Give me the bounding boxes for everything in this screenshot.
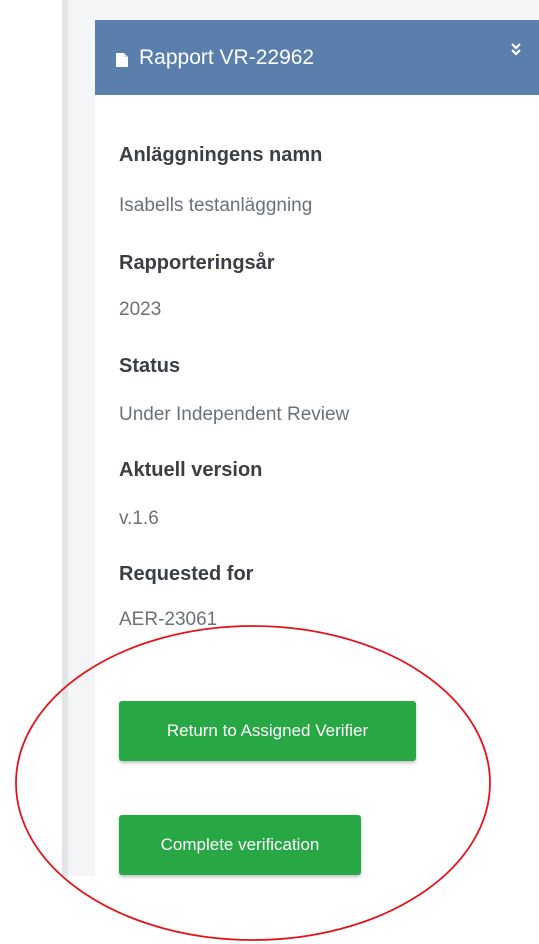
report-details: Anläggningens namn Isabells testanläggni… [95,95,539,876]
panel-title: Rapport VR-22962 [139,46,315,69]
current-version-value: v.1.6 [119,508,159,529]
document-icon [116,53,128,67]
reporting-year-label: Rapporteringsår [119,252,275,274]
status-value: Under Independent Review [119,404,350,425]
reporting-year-value: 2023 [119,299,162,320]
status-label: Status [119,355,181,377]
double-chevron-down-icon[interactable] [509,41,523,59]
report-panel-header[interactable]: Rapport VR-22962 [95,20,539,95]
facility-name-label: Anläggningens namn [119,144,323,166]
facility-name-value: Isabells testanläggning [119,195,313,216]
requested-for-label: Requested for [119,563,254,585]
current-version-label: Aktuell version [119,459,263,481]
return-to-assigned-verifier-button[interactable]: Return to Assigned Verifier [119,701,416,761]
requested-for-value: AER-23061 [119,609,218,630]
complete-verification-button[interactable]: Complete verification [119,815,361,875]
